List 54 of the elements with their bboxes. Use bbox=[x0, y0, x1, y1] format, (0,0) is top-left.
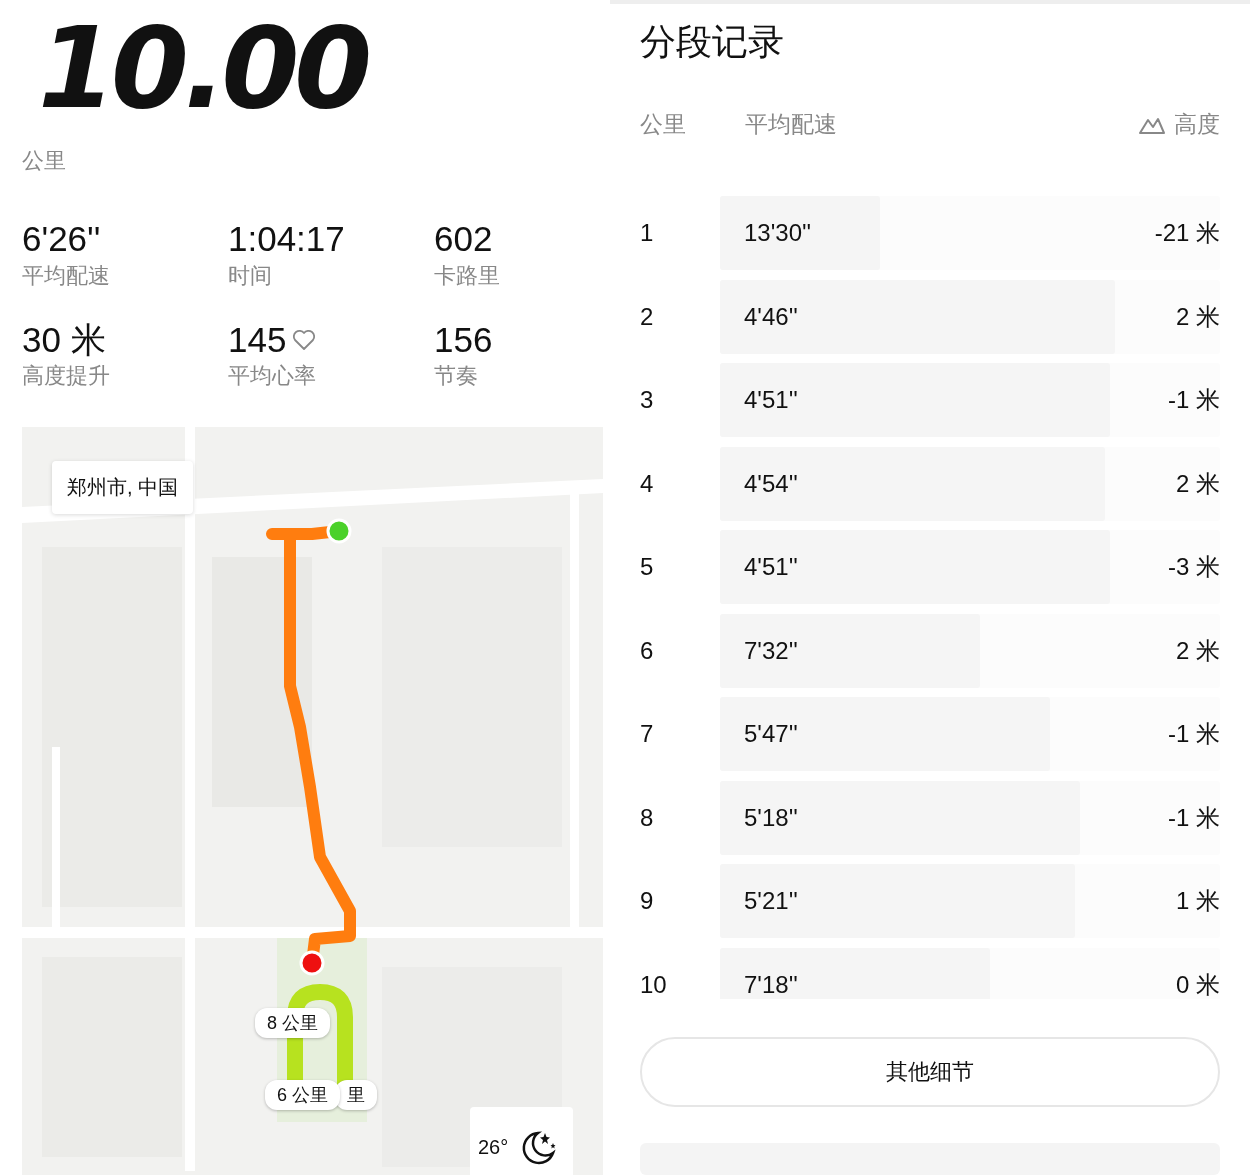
split-pace: 5'21'' bbox=[744, 889, 798, 913]
split-pace: 5'47'' bbox=[744, 722, 798, 746]
stat-label: 平均配速 bbox=[22, 261, 110, 290]
split-elevation: 2 米 bbox=[1175, 471, 1220, 496]
split-elevation: 2 米 bbox=[1175, 638, 1220, 663]
split-elevation: 0 米 bbox=[1175, 972, 1220, 997]
split-elevation: -1 米 bbox=[1167, 722, 1220, 746]
stat-value: 6'26'' bbox=[22, 220, 101, 259]
distance-marker: 8 公里 bbox=[255, 1008, 330, 1038]
distance-value: 10.00 bbox=[38, 12, 368, 124]
split-pace: 5'18'' bbox=[744, 805, 798, 830]
split-pace: 4'46'' bbox=[744, 304, 798, 329]
stat-label: 高度提升 bbox=[22, 362, 110, 390]
split-km: 8 bbox=[640, 805, 655, 830]
stat-label: 平均心率 bbox=[228, 362, 316, 390]
stat-value: 602 bbox=[434, 220, 493, 259]
column-header: 平均配速 bbox=[745, 111, 837, 137]
split-km: 4 bbox=[640, 471, 655, 496]
split-pace: 4'54'' bbox=[744, 471, 798, 496]
column-header: 公里 bbox=[640, 110, 687, 139]
split-km: 5 bbox=[640, 555, 655, 579]
distance-marker: 6 公里 bbox=[265, 1080, 340, 1110]
split-km: 10 bbox=[640, 972, 668, 997]
split-km: 9 bbox=[640, 889, 655, 913]
section-title: 分段记录 bbox=[640, 20, 784, 64]
split-elevation: -1 米 bbox=[1167, 805, 1220, 830]
stat-label: 卡路里 bbox=[434, 261, 500, 290]
temperature: 26° bbox=[478, 1135, 509, 1159]
column-header: 高度 bbox=[1174, 110, 1220, 139]
split-pace: 7'32'' bbox=[744, 638, 798, 663]
stat-label: 节奏 bbox=[434, 362, 478, 390]
split-pace: 13'30'' bbox=[744, 221, 812, 245]
split-km: 6 bbox=[640, 638, 655, 663]
split-km: 3 bbox=[640, 388, 655, 412]
heart-icon bbox=[292, 328, 317, 351]
stat-value: 145 bbox=[228, 320, 287, 359]
split-elevation: -21 米 bbox=[1153, 221, 1220, 245]
stat-value: 1:04:17 bbox=[228, 220, 345, 259]
split-pace: 4'51'' bbox=[744, 555, 798, 579]
stat-value: 30 米 bbox=[22, 320, 106, 359]
split-elevation: 1 米 bbox=[1175, 889, 1220, 913]
split-km: 1 bbox=[640, 221, 655, 245]
split-km: 2 bbox=[640, 304, 655, 329]
split-elevation: -1 米 bbox=[1167, 388, 1220, 412]
split-pace: 4'51'' bbox=[744, 388, 798, 412]
location-label: 郑州市, 中国 bbox=[52, 461, 194, 514]
details-button[interactable]: 其他细节 bbox=[640, 1036, 1220, 1108]
split-km: 7 bbox=[640, 722, 655, 746]
split-elevation: -3 米 bbox=[1167, 555, 1220, 579]
stat-value: 156 bbox=[434, 320, 493, 359]
distance-unit: 公里 bbox=[22, 147, 66, 175]
stat-label: 时间 bbox=[228, 261, 272, 290]
split-elevation: 2 米 bbox=[1175, 304, 1220, 329]
split-pace: 7'18'' bbox=[744, 972, 798, 997]
